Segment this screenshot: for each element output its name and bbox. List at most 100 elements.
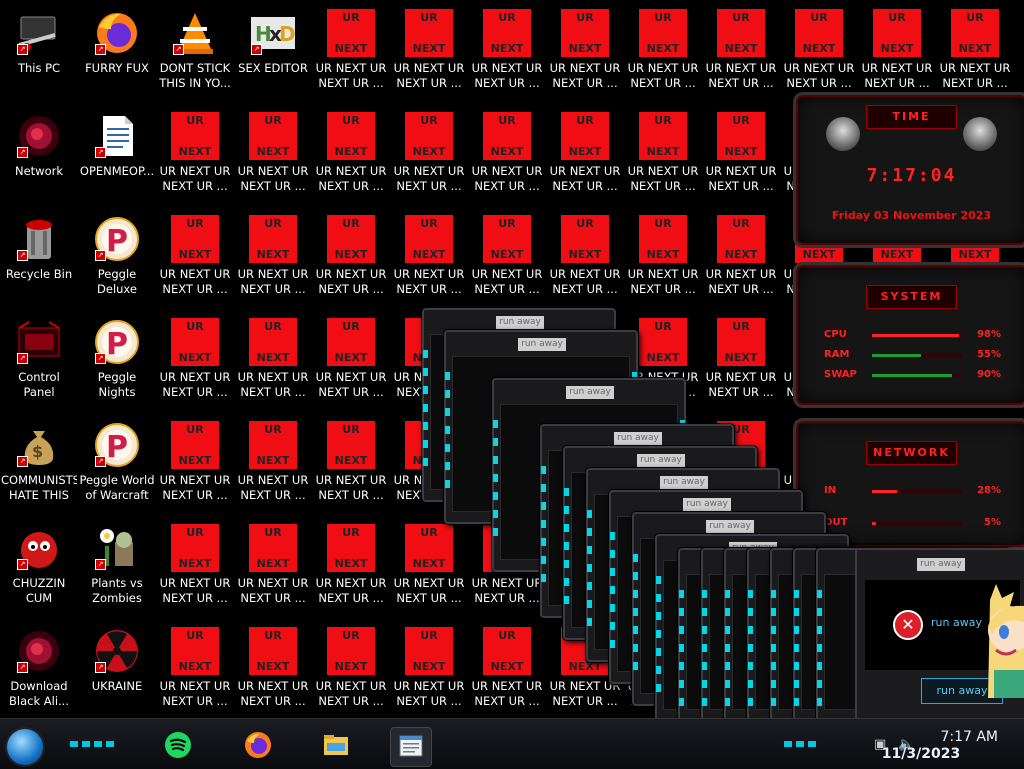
desktop-icon[interactable]: ↗ Plants vs Zombies [79, 520, 155, 620]
tray-date[interactable]: 11/3/2023 [844, 746, 998, 762]
ur-next-icon[interactable]: URNEXT UR NEXT UR NEXT UR ... [859, 5, 935, 105]
ur-next-icon[interactable]: URNEXT UR NEXT UR NEXT UR ... [313, 417, 389, 517]
ur-next-image: URNEXT [327, 9, 375, 57]
alien-icon: ↗ [15, 627, 63, 675]
ur-next-image: URNEXT [405, 524, 453, 572]
ur-next-icon[interactable]: URNEXT UR NEXT UR NEXT UR ... [469, 5, 545, 105]
ur-next-icon[interactable]: URNEXT UR NEXT UR NEXT UR ... [313, 211, 389, 311]
window-caption[interactable]: run away [637, 454, 685, 467]
ur-next-icon[interactable]: URNEXT UR NEXT UR NEXT UR ... [703, 314, 779, 414]
desktop-icon-label: UR NEXT UR NEXT UR ... [471, 679, 543, 708]
window-caption[interactable]: run away [614, 432, 662, 445]
ur-next-icon[interactable]: URNEXT UR NEXT UR NEXT UR ... [313, 5, 389, 105]
ur-next-icon[interactable]: URNEXT UR NEXT UR NEXT UR ... [157, 314, 233, 414]
desktop-icon-label: UR NEXT UR NEXT UR ... [315, 61, 387, 90]
desktop-icon[interactable]: ↗ This PC [1, 5, 77, 105]
ur-next-icon[interactable]: URNEXT UR NEXT UR NEXT UR ... [235, 108, 311, 208]
tray-clock[interactable]: 7:17 AM [940, 729, 998, 745]
desktop-icon-label: UR NEXT UR NEXT UR ... [627, 164, 699, 193]
ur-next-icon[interactable]: URNEXT UR NEXT UR NEXT UR ... [391, 520, 467, 620]
ur-next-icon[interactable]: URNEXT UR NEXT UR NEXT UR ... [235, 211, 311, 311]
desktop-icon[interactable]: P↗ Peggle Nights Deluxe [79, 314, 155, 414]
desktop-icon-label: DONT STICK THIS IN YO... [159, 61, 231, 90]
ur-next-icon[interactable]: URNEXT UR NEXT UR NEXT UR ... [391, 623, 467, 718]
ur-next-icon[interactable]: URNEXT UR NEXT UR NEXT UR ... [469, 108, 545, 208]
spotify-icon [165, 732, 191, 758]
dialog-caption[interactable]: run away [917, 558, 965, 571]
desktop-icon-label: Network [14, 164, 64, 178]
ur-next-icon[interactable]: URNEXT UR NEXT UR NEXT UR ... [235, 623, 311, 718]
cpu-value: 98% [977, 329, 1001, 340]
taskbar-spotify[interactable] [158, 727, 198, 765]
taskbar-file-explorer[interactable] [316, 727, 356, 765]
desktop-icon[interactable]: ↗ UKRAINE [79, 623, 155, 718]
ur-next-icon[interactable]: URNEXT UR NEXT UR NEXT UR ... [235, 314, 311, 414]
ram-value: 55% [977, 349, 1001, 360]
recycle-bin-icon: ↗ [15, 215, 63, 263]
ur-next-icon[interactable]: URNEXT UR NEXT UR NEXT UR ... [703, 211, 779, 311]
desktop-icon[interactable]: Hx D ↗ SEX EDITOR [235, 5, 311, 105]
ur-next-icon[interactable]: URNEXT UR NEXT UR NEXT UR ... [391, 108, 467, 208]
ur-next-image: URNEXT [795, 9, 843, 57]
ur-next-icon[interactable]: URNEXT UR NEXT UR NEXT UR ... [235, 520, 311, 620]
ur-next-icon[interactable]: URNEXT UR NEXT UR NEXT UR ... [469, 623, 545, 718]
ur-next-icon[interactable]: URNEXT UR NEXT UR NEXT UR ... [235, 417, 311, 517]
taskbar-notepad[interactable] [390, 727, 432, 767]
desktop-icon[interactable]: ↗ CHUZZIN CUM [1, 520, 77, 620]
window-caption[interactable]: run away [518, 338, 566, 351]
desktop-icon-label: Peggle World of Warcraft [79, 473, 155, 502]
window-caption[interactable]: run away [660, 476, 708, 489]
desktop-icon[interactable]: ↗ FURRY FUX [79, 5, 155, 105]
ur-next-icon[interactable]: URNEXT UR NEXT UR NEXT UR ... [547, 211, 623, 311]
ur-next-icon[interactable]: URNEXT UR NEXT UR NEXT UR ... [625, 108, 701, 208]
desktop-icon-label: FURRY FUX [85, 61, 149, 75]
ur-next-icon[interactable]: URNEXT UR NEXT UR NEXT UR ... [781, 5, 857, 105]
ur-next-icon[interactable]: URNEXT UR NEXT UR NEXT UR ... [625, 5, 701, 105]
desktop-icon[interactable]: P ↗ Peggle Deluxe [79, 211, 155, 311]
ur-next-icon[interactable]: URNEXT UR NEXT UR NEXT UR ... [391, 5, 467, 105]
desktop-icon-label: UR NEXT UR NEXT UR ... [783, 61, 855, 90]
window-caption[interactable]: run away [496, 316, 544, 329]
desktop-icon-label: UR NEXT UR NEXT UR ... [315, 679, 387, 708]
desktop-icon[interactable]: $↗ COMMUNISTS HATE THIS G... [1, 417, 77, 517]
net-out-value: 5% [984, 517, 1001, 528]
ur-next-image: URNEXT [327, 112, 375, 160]
ur-next-icon[interactable]: URNEXT UR NEXT UR NEXT UR ... [157, 211, 233, 311]
ur-next-icon[interactable]: URNEXT UR NEXT UR NEXT UR ... [157, 108, 233, 208]
desktop-icon[interactable]: ↗ Control Panel [1, 314, 77, 414]
peggle-icon: P ↗ [93, 318, 141, 366]
ur-next-icon[interactable]: URNEXT UR NEXT UR NEXT UR ... [937, 5, 1013, 105]
desktop-icon[interactable]: ↗ DONT STICK THIS IN YO... [157, 5, 233, 105]
ur-next-image: URNEXT [951, 9, 999, 57]
time-title: TIME [866, 105, 957, 129]
ur-next-icon[interactable]: URNEXT UR NEXT UR NEXT UR ... [703, 108, 779, 208]
window-caption[interactable]: run away [706, 520, 754, 533]
ur-next-icon[interactable]: URNEXT UR NEXT UR NEXT UR ... [469, 211, 545, 311]
alien-head-icon [963, 117, 997, 151]
ur-next-image: URNEXT [171, 215, 219, 263]
desktop-icon[interactable]: P ↗ Peggle World of Warcraft [79, 417, 155, 517]
cpu-label: CPU [824, 329, 847, 340]
ur-next-icon[interactable]: URNEXT UR NEXT UR NEXT UR ... [313, 623, 389, 718]
desktop-icon[interactable]: ↗ Recycle Bin [1, 211, 77, 311]
ur-next-icon[interactable]: URNEXT UR NEXT UR NEXT UR ... [157, 417, 233, 517]
desktop-icon[interactable]: ↗ Network [1, 108, 77, 208]
ur-next-icon[interactable]: URNEXT UR NEXT UR NEXT UR ... [391, 211, 467, 311]
ur-next-icon[interactable]: URNEXT UR NEXT UR NEXT UR ... [157, 520, 233, 620]
ur-next-icon[interactable]: URNEXT UR NEXT UR NEXT UR ... [547, 5, 623, 105]
ur-next-icon[interactable]: URNEXT UR NEXT UR NEXT UR ... [547, 108, 623, 208]
desktop-icon[interactable]: ↗ Download Black Ali... [1, 623, 77, 718]
ur-next-icon[interactable]: URNEXT UR NEXT UR NEXT UR ... [625, 211, 701, 311]
window-caption[interactable]: run away [566, 386, 614, 399]
system-monitor-widget: TIME 7:17:04 Friday 03 November 2023 SYS… [793, 92, 1024, 550]
start-button[interactable] [7, 729, 43, 765]
ur-next-icon[interactable]: URNEXT UR NEXT UR NEXT UR ... [313, 314, 389, 414]
ur-next-icon[interactable]: URNEXT UR NEXT UR NEXT UR ... [313, 520, 389, 620]
window-caption[interactable]: run away [683, 498, 731, 511]
taskbar-firefox[interactable] [238, 727, 278, 765]
ur-next-icon[interactable]: URNEXT UR NEXT UR NEXT UR ... [157, 623, 233, 718]
ur-next-icon[interactable]: URNEXT UR NEXT UR NEXT UR ... [703, 5, 779, 105]
ur-next-image: URNEXT [171, 112, 219, 160]
desktop-icon[interactable]: ↗ OPENMEOP... [79, 108, 155, 208]
ur-next-icon[interactable]: URNEXT UR NEXT UR NEXT UR ... [313, 108, 389, 208]
